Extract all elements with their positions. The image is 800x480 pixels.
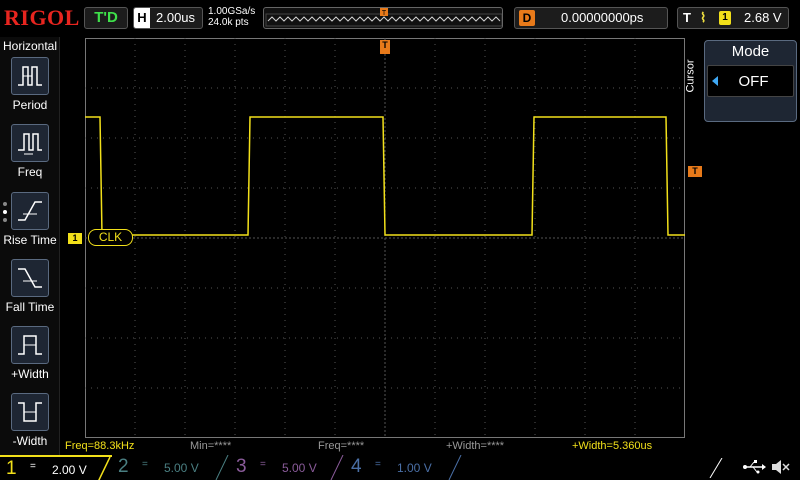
trigger-level-marker[interactable]: T: [688, 166, 702, 177]
menu-item-neg-width[interactable]: -Width: [0, 393, 60, 459]
dc-coupling-icon: =: [30, 461, 36, 472]
channel-3-number: 3: [236, 456, 247, 477]
memory-overview-strip[interactable]: T: [263, 7, 503, 29]
menu-item-freq[interactable]: Freq: [0, 124, 60, 190]
menu-label-pos-width: +Width: [11, 367, 49, 381]
memory-depth: 24.0k pts: [208, 17, 249, 28]
delay-value: 0.00000000ps: [561, 10, 644, 25]
channel-2-number: 2: [118, 456, 129, 477]
channel-1-scale: 2.00 V: [52, 463, 87, 477]
trigger-level-value: 2.68 V: [744, 10, 782, 25]
measurement-bar: Freq=88.3kHz Min=**** Freq=**** +Width=*…: [60, 438, 685, 455]
menu-label-fall-time: Fall Time: [5, 300, 55, 314]
cursor-mode-title: Mode: [731, 43, 770, 60]
channel-4-tab[interactable]: 4 = 1.00 V: [345, 455, 463, 480]
menu-label-freq: Freq: [17, 165, 43, 179]
period-icon: [11, 57, 49, 95]
delay-label: D: [519, 10, 535, 26]
menu-label-period: Period: [12, 98, 48, 112]
horizontal-value: 2.00us: [156, 10, 196, 25]
measurement-freq-2[interactable]: Freq=****: [318, 440, 364, 452]
measurement-min[interactable]: Min=****: [190, 440, 231, 452]
fall-time-icon: [11, 259, 49, 297]
channel-1-tab[interactable]: 1 = 2.00 V: [0, 455, 112, 480]
delay-display[interactable]: D 0.00000000ps: [514, 7, 668, 29]
trigger-channel-badge: 1: [719, 11, 731, 25]
graticule: [85, 38, 685, 438]
trigger-position-marker[interactable]: T: [380, 40, 390, 54]
cursor-side-label: Cursor: [684, 59, 697, 93]
sampling-info: 1.00GSa/s 24.0k pts: [208, 6, 255, 28]
channel-4-number: 4: [351, 456, 362, 477]
trigger-status[interactable]: T ⌇ 1 2.68 V: [677, 7, 789, 29]
menu-item-fall-time[interactable]: Fall Time: [0, 259, 60, 325]
menu-item-period[interactable]: Period: [0, 57, 60, 123]
rise-time-icon: [11, 192, 49, 230]
channel-bar: 1 = 2.00 V 2 = 5.00 V 3 = 5.00 V 4 = 1.0…: [0, 455, 800, 480]
measure-menu: Horizontal Period Freq Rise Time Fall Ti…: [0, 37, 60, 455]
horizontal-label: H: [134, 8, 150, 28]
measurement-freq[interactable]: Freq=88.3kHz: [65, 440, 134, 452]
speaker-muted-icon[interactable]: [770, 458, 790, 476]
memory-waveform-icon: T: [265, 8, 502, 27]
trigger-label: T: [683, 10, 691, 25]
cursor-mode-select[interactable]: OFF: [707, 65, 794, 97]
usb-icon: [743, 460, 766, 474]
channel-3-scale: 5.00 V: [282, 461, 317, 475]
dc-coupling-icon: =: [142, 459, 148, 470]
ch1-label-tag: CLK: [88, 229, 133, 246]
channel-2-tab[interactable]: 2 = 5.00 V: [112, 455, 230, 480]
dc-coupling-icon: =: [260, 459, 266, 470]
measurement-width[interactable]: +Width=****: [446, 440, 504, 452]
cursor-mode-value: OFF: [738, 73, 769, 90]
channel-4-scale: 1.00 V: [397, 461, 432, 475]
channel-2-scale: 5.00 V: [164, 461, 199, 475]
run-state-indicator[interactable]: T'D: [84, 7, 128, 29]
horizontal-scale[interactable]: H 2.00us: [133, 7, 203, 29]
freq-icon: [11, 124, 49, 162]
cursor-mode-panel[interactable]: Mode OFF: [704, 40, 797, 122]
neg-width-icon: [11, 393, 49, 431]
top-bar: RIGOL T'D H 2.00us 1.00GSa/s 24.0k pts T…: [0, 0, 800, 36]
menu-item-pos-width[interactable]: +Width: [0, 326, 60, 392]
menu-title: Horizontal: [2, 39, 58, 53]
memory-trigger-marker: T: [382, 10, 387, 17]
dc-coupling-icon: =: [375, 459, 381, 470]
rising-edge-icon: ⌇: [700, 10, 707, 25]
page-divider-icon: [709, 458, 723, 478]
sample-rate: 1.00GSa/s: [208, 6, 256, 17]
channel-3-tab[interactable]: 3 = 5.00 V: [230, 455, 345, 480]
ch1-offset-marker[interactable]: 1: [68, 233, 82, 244]
brand-logo: RIGOL: [4, 5, 80, 30]
menu-label-rise-time: Rise Time: [3, 233, 57, 247]
measurement-width-2[interactable]: +Width=5.360us: [572, 440, 652, 452]
pos-width-icon: [11, 326, 49, 364]
menu-item-rise-time[interactable]: Rise Time: [0, 192, 60, 258]
menu-label-neg-width: -Width: [12, 434, 48, 448]
waveform-display[interactable]: [85, 38, 685, 438]
status-icons: [702, 455, 800, 480]
channel-1-number: 1: [6, 458, 17, 479]
